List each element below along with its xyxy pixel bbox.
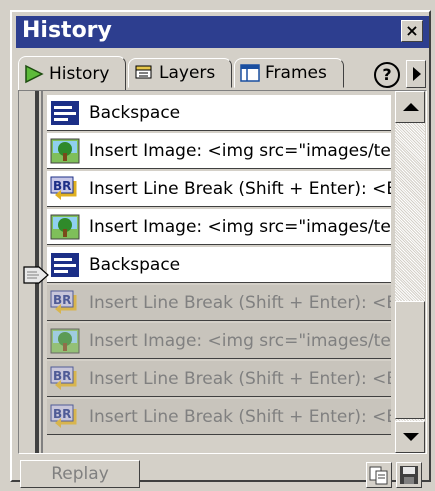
tab-frames[interactable]: Frames <box>234 58 344 88</box>
history-step-label: Insert Image: <img src="images/temp <box>89 330 391 351</box>
tab-history[interactable]: History <box>18 56 126 90</box>
layers-icon <box>135 65 152 79</box>
history-step-label: Insert Line Break (Shift + Enter): <BR <box>89 178 391 199</box>
backspace-icon <box>49 251 81 279</box>
svg-text:BR: BR <box>53 407 71 421</box>
line-break-icon: BR <box>49 289 81 317</box>
svg-text:BR: BR <box>53 179 71 193</box>
history-step-row[interactable]: BR Insert Line Break (Shift + Enter): <BR <box>47 285 391 321</box>
options-menu-button[interactable] <box>406 60 426 88</box>
svg-text:BR: BR <box>53 293 71 307</box>
line-break-icon: BR <box>49 365 81 393</box>
tab-history-label: History <box>49 63 110 84</box>
copy-steps-button[interactable] <box>366 462 392 488</box>
frames-icon <box>240 64 260 82</box>
history-step-row[interactable]: Backspace <box>47 95 391 131</box>
history-slider-pointer[interactable] <box>23 265 49 285</box>
history-step-label: Backspace <box>89 102 181 123</box>
scroll-down-button[interactable] <box>395 421 425 453</box>
svg-text:BR: BR <box>53 369 71 383</box>
vertical-scrollbar[interactable] <box>391 91 426 453</box>
history-list: Backspace Insert Image: <img src="images/… <box>18 90 427 454</box>
history-step-row[interactable]: BR Insert Line Break (Shift + Enter): <BR <box>47 171 391 207</box>
history-step-label: Insert Image: <img src="images/temp <box>89 140 391 161</box>
history-step-label: Insert Image: <img src="images/temp <box>89 216 391 237</box>
tab-layers[interactable]: Layers <box>128 58 232 88</box>
history-panel: History × History Layers Frames ? Backsp… <box>10 10 431 488</box>
close-button[interactable]: × <box>401 20 423 42</box>
tab-frames-label: Frames <box>265 63 327 83</box>
history-step-label: Insert Line Break (Shift + Enter): <BR <box>89 406 391 427</box>
image-icon <box>49 213 81 241</box>
tab-layers-label: Layers <box>159 63 216 83</box>
history-step-row[interactable]: Insert Image: <img src="images/temp <box>47 323 391 359</box>
history-step-label: Insert Line Break (Shift + Enter): <BR <box>89 292 391 313</box>
panel-title: History <box>22 18 112 43</box>
line-break-icon: BR <box>49 175 81 203</box>
history-step-row[interactable]: BR Insert Line Break (Shift + Enter): <BR <box>47 399 391 435</box>
history-step-row[interactable]: BR Insert Line Break (Shift + Enter): <BR <box>47 361 391 397</box>
line-break-icon: BR <box>49 403 81 431</box>
help-button[interactable]: ? <box>374 62 400 88</box>
backspace-icon <box>49 99 81 127</box>
history-step-row[interactable]: Insert Image: <img src="images/temp <box>47 209 391 245</box>
title-bar[interactable]: History × <box>16 16 429 48</box>
history-step-label: Insert Line Break (Shift + Enter): <BR <box>89 368 391 389</box>
image-icon <box>49 137 81 165</box>
history-step-row[interactable]: Backspace <box>47 247 391 283</box>
image-icon <box>49 327 81 355</box>
save-as-command-button[interactable] <box>396 462 422 488</box>
history-step-row[interactable]: Insert Image: <img src="images/temp <box>47 133 391 169</box>
scroll-up-button[interactable] <box>395 91 425 123</box>
tab-bar: History Layers Frames ? <box>18 56 427 90</box>
scroll-thumb[interactable] <box>395 301 425 419</box>
save-icon <box>400 466 418 484</box>
play-icon <box>25 64 44 83</box>
history-step-label: Backspace <box>89 254 181 275</box>
copy-icon <box>369 466 388 485</box>
